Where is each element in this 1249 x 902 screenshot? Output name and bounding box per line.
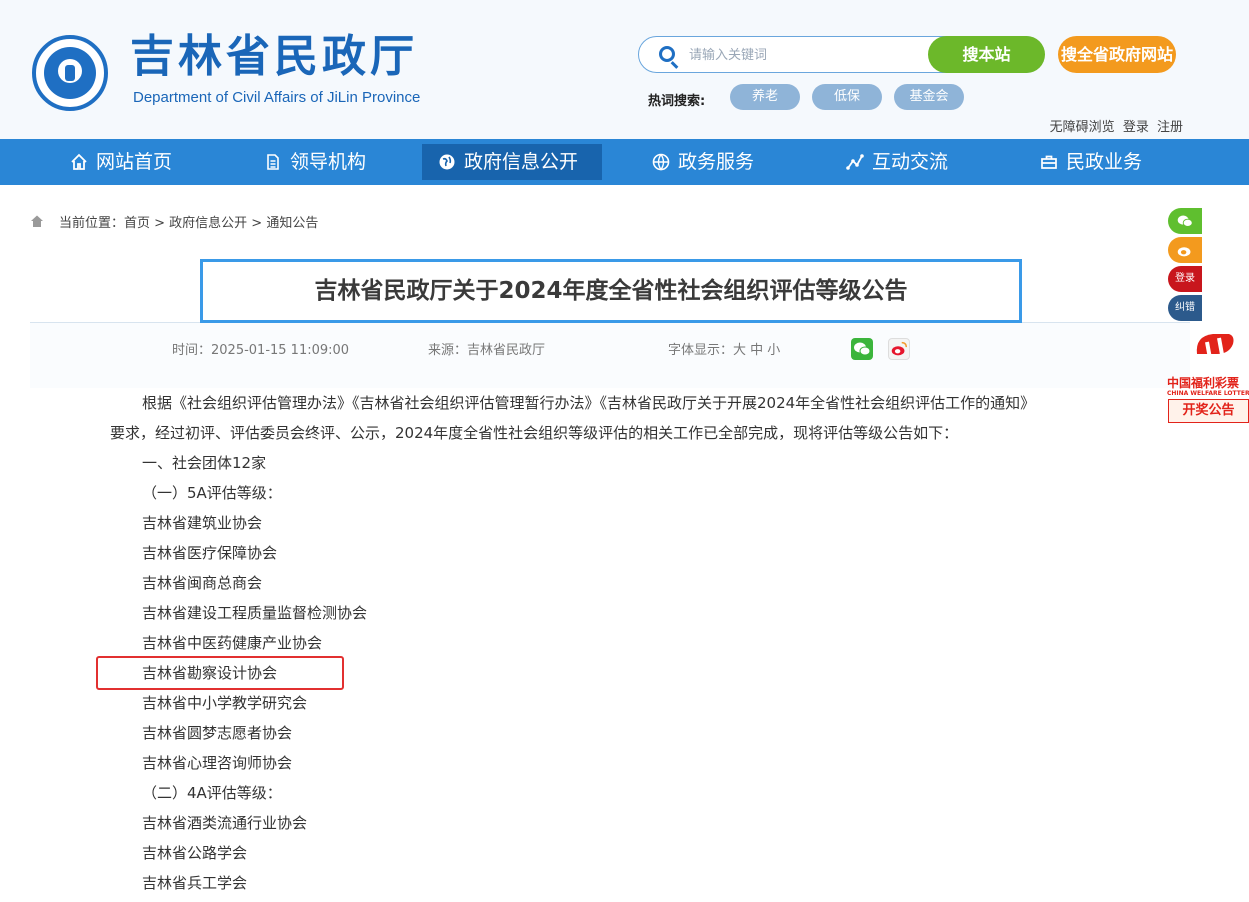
nav-item-home[interactable]: 网站首页	[70, 144, 172, 180]
correction-float-button[interactable]: 纠错	[1168, 295, 1202, 321]
wechat-share-icon[interactable]	[851, 338, 873, 360]
document-icon	[267, 154, 279, 170]
list-item: 吉林省建设工程质量监督检测协会	[142, 604, 368, 622]
wechat-float-icon[interactable]	[1168, 208, 1202, 234]
nav-item-leadership[interactable]: 领导机构	[264, 144, 366, 180]
weibo-share-icon[interactable]	[888, 338, 910, 360]
site-header: 吉林省民政厅 Department of Civil Affairs of Ji…	[0, 0, 1249, 139]
highlight-box	[96, 656, 344, 690]
nav-item-services[interactable]: 政务服务	[652, 144, 754, 180]
list-item: 吉林省医疗保障协会	[142, 544, 278, 562]
weibo-float-icon[interactable]	[1168, 237, 1202, 263]
list-item: 吉林省心理咨询师协会	[142, 754, 293, 772]
welfare-lottery-logo-icon	[1196, 334, 1234, 365]
list-item: 吉林省中小学教学研究会	[142, 694, 308, 712]
subheading-4a: （二）4A评估等级：	[142, 784, 282, 802]
logo-emblem-icon[interactable]	[32, 35, 108, 111]
register-link[interactable]: 注册	[1157, 120, 1183, 135]
article-intro-line-1: 根据《社会组织评估管理办法》《吉林省社会组织评估管理暂行办法》《吉林省民政厅关于…	[142, 394, 1036, 412]
list-item: 吉林省建筑业协会	[142, 514, 263, 532]
briefcase-icon	[1041, 155, 1057, 169]
section-heading: 一、社会团体12家	[142, 454, 267, 472]
article-title: 吉林省民政厅关于2024年度全省性社会组织评估等级公告	[314, 278, 908, 304]
chart-line-icon	[846, 154, 864, 170]
search-province-button[interactable]: 搜全省政府网站	[1058, 36, 1176, 73]
nav-item-interaction[interactable]: 互动交流	[846, 144, 948, 180]
list-item: 吉林省中医药健康产业协会	[142, 634, 323, 652]
hot-search-label: 热词搜索:	[648, 94, 706, 109]
list-item: 吉林省兵工学会	[142, 874, 248, 892]
lottery-results-button[interactable]: 开奖公告	[1168, 399, 1249, 423]
article-source: 来源：吉林省民政厅	[428, 343, 546, 358]
hot-tag-subsistence[interactable]: 低保	[812, 84, 882, 110]
site-subtitle: Department of Civil Affairs of JiLin Pro…	[133, 89, 421, 106]
hot-tag-foundation[interactable]: 基金会	[894, 84, 964, 110]
article-time: 时间：2025-01-15 11:09:00	[172, 343, 350, 358]
site-title[interactable]: 吉林省民政厅	[130, 30, 418, 84]
accessibility-link[interactable]: 无障碍浏览	[1050, 120, 1115, 135]
nav-label: 网站首页	[96, 151, 173, 173]
search-icon	[659, 46, 675, 62]
subheading-5a: （一）5A评估等级：	[142, 484, 282, 502]
list-item: 吉林省酒类流通行业协会	[142, 814, 308, 832]
nav-label: 民政业务	[1066, 151, 1143, 173]
list-item: 吉林省闽商总商会	[142, 574, 263, 592]
hot-tag-elderly[interactable]: 养老	[730, 84, 800, 110]
login-link[interactable]: 登录	[1123, 120, 1149, 135]
list-item: 吉林省圆梦志愿者协会	[142, 724, 293, 742]
breadcrumb: 当前位置：首页 > 政府信息公开 > 通知公告	[59, 216, 319, 231]
login-float-button[interactable]: 登录	[1168, 266, 1202, 292]
nav-item-gov-info[interactable]: 政府信息公开	[422, 144, 602, 180]
lottery-name: 中国福利彩票	[1167, 376, 1240, 390]
nav-label: 政府信息公开	[464, 151, 579, 173]
article-title-box: 吉林省民政厅关于2024年度全省性社会组织评估等级公告	[200, 259, 1022, 323]
nav-item-civil-affairs[interactable]: 民政业务	[1040, 144, 1142, 180]
search-input[interactable]	[689, 44, 919, 66]
nav-label: 互动交流	[872, 151, 949, 173]
globe-icon	[439, 154, 455, 170]
welfare-lottery-banner[interactable]: 中国福利彩票 CHINA WELFARE LOTTERY 开奖公告	[1167, 320, 1249, 424]
home-icon	[71, 153, 87, 170]
search-site-button[interactable]: 搜本站	[928, 36, 1045, 73]
home-icon	[31, 215, 43, 227]
top-links: 无障碍浏览 登录 注册	[1046, 116, 1183, 135]
main-nav: 网站首页 领导机构 政府信息公开 政务服务 互动交流 民政业务	[0, 139, 1249, 185]
article-intro-line-2: 要求，经过初评、评估委员会终评、公示，2024年度全省性社会组织等级评估的相关工…	[110, 424, 959, 442]
nav-label: 政务服务	[678, 151, 755, 173]
globe-grid-icon	[652, 153, 670, 171]
nav-label: 领导机构	[290, 151, 367, 173]
font-size-switch[interactable]: 字体显示：大 中 小	[668, 339, 780, 358]
list-item: 吉林省公路学会	[142, 844, 248, 862]
lottery-en-name: CHINA WELFARE LOTTERY	[1167, 390, 1249, 397]
